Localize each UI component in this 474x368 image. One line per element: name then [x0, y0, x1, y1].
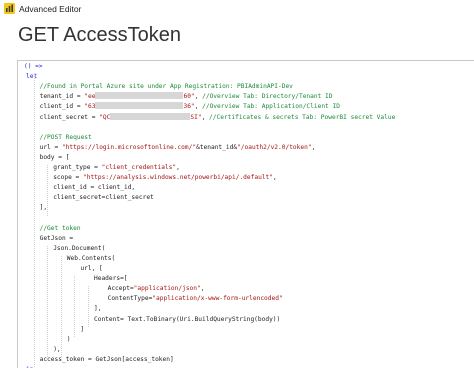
code-line[interactable]: ],	[40, 203, 47, 213]
power-bi-icon	[4, 3, 15, 14]
code-token: ]	[80, 325, 85, 333]
indent-guide	[47, 245, 49, 357]
code-string: 36"	[183, 103, 195, 111]
code-token: Accept=	[107, 285, 134, 293]
code-line[interactable]: GetJson =	[40, 234, 74, 244]
code-token: ,	[194, 93, 203, 101]
code-token: grant_type =	[53, 164, 102, 171]
code-line[interactable]: Json.Document(	[53, 244, 105, 254]
code-token: client_secret =	[39, 113, 100, 121]
code-string: "63	[84, 103, 96, 111]
code-line[interactable]: Headers=[	[94, 274, 128, 284]
code-token: )	[66, 335, 71, 343]
redacted-value	[110, 112, 191, 120]
code-line[interactable]: //Get token	[40, 224, 81, 234]
code-string: 60"	[183, 93, 195, 101]
code-token: Content= Text.ToBinary(Uri.BuildQueryStr…	[94, 315, 281, 323]
code-line[interactable]: ),	[53, 345, 60, 355]
code-comment: //POST Request	[39, 133, 92, 141]
code-string: "/oauth2/v2.0/token"	[237, 143, 312, 151]
code-line[interactable]: //POST Request	[40, 133, 92, 143]
code-comment: //Found in Portal Azure site under App R…	[39, 83, 293, 91]
indent-guide	[74, 276, 76, 337]
code-string: "application/x-www-form-urlencoded"	[152, 295, 283, 303]
code-string: "QC	[99, 113, 111, 121]
window-title: Advanced Editor	[19, 3, 82, 14]
code-line[interactable]: Web.Contents(	[67, 254, 115, 264]
code-line[interactable]: grant_type = "client_credentials",	[53, 163, 180, 173]
indent-guide	[60, 255, 62, 357]
code-string: SI"	[190, 113, 202, 121]
code-token: client_id =	[39, 103, 85, 111]
code-line[interactable]: Accept="application/json",	[108, 284, 205, 294]
code-line[interactable]: ]	[80, 325, 84, 335]
code-keyword: () =>	[24, 63, 43, 70]
redacted-value	[95, 102, 184, 110]
code-token: ,	[201, 113, 210, 121]
indent-guide	[33, 74, 35, 368]
code-token: ],	[94, 305, 102, 313]
indent-guide	[47, 165, 49, 216]
code-token: Headers=[	[94, 275, 128, 283]
code-token: tenant_id =	[39, 93, 85, 101]
code-comment: //Certificates & secrets Tab: PowerBI se…	[209, 113, 396, 121]
code-token: ],	[39, 204, 48, 212]
code-line[interactable]: client_secret=client_secret	[53, 193, 154, 203]
code-line[interactable]: url = "https://login.microsoftonline.com…	[40, 143, 316, 153]
code-line[interactable]: url, [	[80, 264, 102, 274]
code-token: ,	[200, 285, 205, 293]
code-line[interactable]: client_secret = "QC SI", //Certificates &…	[39, 112, 396, 123]
code-token: ContentType=	[107, 295, 153, 303]
code-token: access_token = GetJson[access_token]	[39, 355, 174, 363]
code-token: url =	[39, 143, 62, 151]
code-token: ,	[194, 103, 203, 111]
code-line[interactable]: ContentType="application/x-www-form-urle…	[108, 294, 283, 304]
code-line[interactable]: client_id = client_id,	[53, 183, 135, 193]
code-keyword: let	[26, 73, 38, 81]
code-token: ,	[273, 174, 277, 182]
code-line[interactable]: client_id = "63 36", //Overview Tab: Appl…	[40, 102, 340, 112]
code-token: client_id = client_id,	[53, 184, 136, 192]
code-token: Json.Document(	[53, 244, 106, 252]
code-comment: //Overview Tab: Application/Client ID	[202, 103, 340, 111]
code-token: ,	[311, 143, 316, 151]
code-line[interactable]: Content= Text.ToBinary(Uri.BuildQueryStr…	[94, 315, 280, 325]
code-editor[interactable]: () => let//Found in Portal Azure site und…	[17, 60, 474, 368]
code-token: scope =	[53, 174, 83, 182]
code-string: "https://login.microsoftonline.com/"	[61, 143, 197, 151]
title-bar: Advanced Editor	[0, 0, 474, 17]
code-token: &tenant_id&	[196, 143, 238, 151]
code-string: "client_credentials"	[101, 164, 177, 171]
code-string: "application/json"	[133, 285, 201, 293]
code-comment: //Overview Tab: Directory/Tenant ID	[202, 93, 333, 101]
code-area[interactable]: () => let//Found in Portal Azure site und…	[18, 61, 474, 368]
code-token: GetJson =	[39, 234, 74, 242]
indent-guide	[88, 286, 89, 327]
code-token: Web.Contents(	[66, 254, 116, 262]
code-line[interactable]: scope = "https://analysis.windows.net/po…	[53, 173, 277, 183]
redacted-value	[95, 92, 184, 100]
code-token: url, [	[80, 265, 103, 272]
code-comment: //Get token	[39, 224, 81, 232]
code-line[interactable]: ],	[94, 304, 101, 314]
code-token: client_secret=client_secret	[53, 194, 154, 202]
code-token: body = [	[39, 153, 70, 161]
code-token: ,	[176, 164, 180, 171]
code-string: "https://analysis.windows.net/powerbi/ap…	[83, 174, 273, 182]
code-string: "ee	[84, 93, 96, 101]
code-line[interactable]: access_token = GetJson[access_token]	[40, 355, 174, 365]
code-line[interactable]: //Found in Portal Azure site under App R…	[40, 82, 293, 92]
code-line[interactable]: let	[26, 72, 37, 82]
query-name-heading: GET AccessToken	[18, 24, 182, 46]
code-line[interactable]: tenant_id = "ee 60", //Overview Tab: Dire…	[40, 92, 333, 102]
code-line[interactable]: body = [	[40, 153, 70, 163]
code-line[interactable]: )	[67, 335, 71, 345]
code-line[interactable]: () =>	[24, 62, 43, 72]
code-token: ),	[53, 345, 61, 353]
